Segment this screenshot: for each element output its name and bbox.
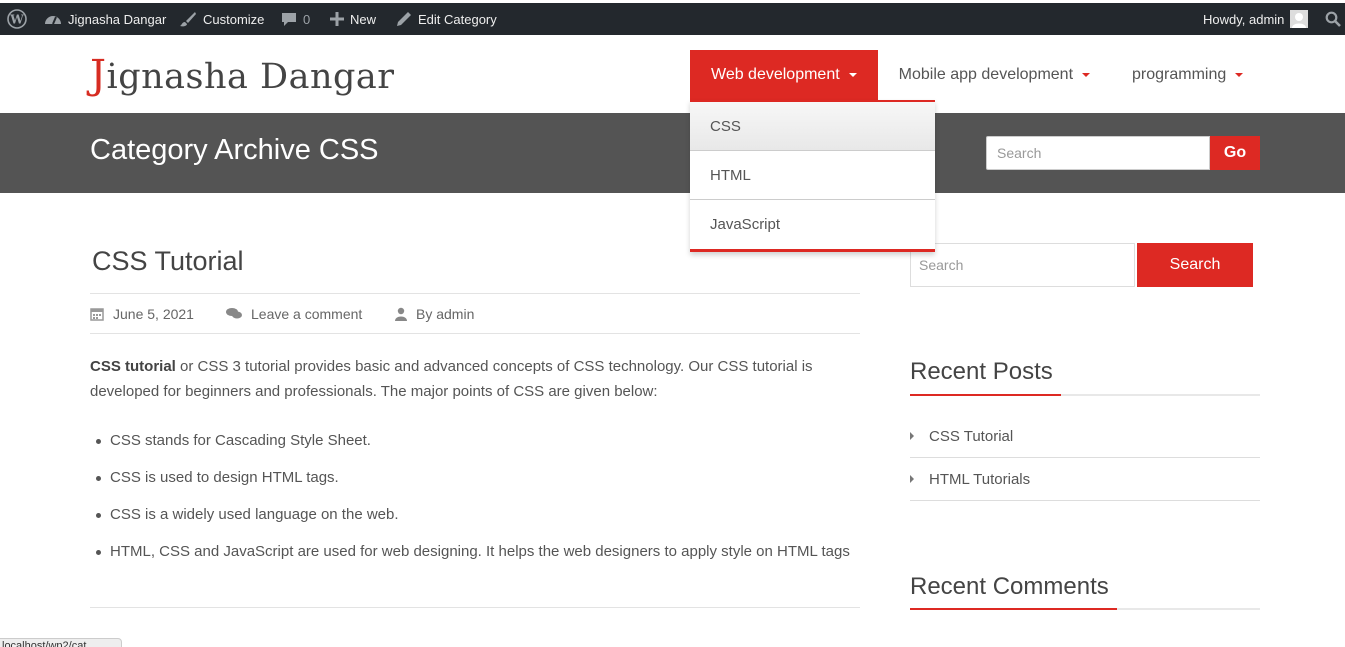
recent-post-item[interactable]: HTML Tutorials — [910, 458, 1260, 501]
header-search-input[interactable]: Search — [986, 136, 1210, 170]
dropdown-item-html[interactable]: HTML — [690, 151, 935, 200]
dropdown-item-javascript[interactable]: JavaScript — [690, 200, 935, 249]
nav-item-web-development[interactable]: Web development — [690, 50, 878, 100]
post-date[interactable]: June 5, 2021 — [90, 294, 194, 333]
recent-post-label: HTML Tutorials — [929, 470, 1031, 488]
comments-icon — [226, 307, 242, 318]
calendar-icon — [90, 307, 104, 321]
post-title[interactable]: CSS Tutorial — [92, 246, 244, 277]
web-development-dropdown: CSS HTML JavaScript — [690, 100, 935, 252]
user-icon — [395, 307, 407, 321]
widget-underline — [910, 608, 1260, 610]
post-comment-link[interactable]: Leave a comment — [226, 294, 362, 333]
site-title[interactable]: Jignasha Dangar — [90, 52, 395, 98]
post-intro-text: or CSS 3 tutorial provides basic and adv… — [90, 358, 813, 400]
nav-label: Mobile app development — [898, 66, 1074, 83]
post-meta: June 5, 2021 Leave a comment By admin — [90, 293, 860, 334]
recent-comments-title: Recent Comments — [910, 573, 1109, 600]
svg-text:W: W — [9, 13, 24, 27]
search-icon[interactable] — [1325, 3, 1341, 35]
page-title: Category Archive CSS — [90, 134, 379, 166]
wordpress-logo-icon[interactable]: W — [7, 3, 27, 35]
edit-category-label: Edit Category — [418, 11, 497, 27]
recent-posts-title: Recent Posts — [910, 358, 1053, 385]
admin-site-link[interactable]: Jignasha Dangar — [44, 3, 166, 35]
nav-label: Web development — [711, 66, 840, 83]
post-intro: CSS tutorial or CSS 3 tutorial provides … — [90, 354, 850, 404]
comments-link[interactable]: 0 — [281, 3, 310, 35]
dashboard-icon — [45, 16, 61, 25]
post-author-text: By admin — [416, 305, 475, 322]
archive-header-band: Category Archive CSS Search Go — [0, 113, 1345, 193]
post-author[interactable]: By admin — [395, 294, 474, 333]
caret-down-icon — [1235, 73, 1244, 77]
customize-label: Customize — [203, 11, 265, 27]
nav-label: programming — [1132, 66, 1227, 83]
admin-site-name: Jignasha Dangar — [68, 11, 167, 27]
sidebar-search-button[interactable]: Search — [1137, 243, 1253, 287]
post-intro-bold: CSS tutorial — [90, 358, 176, 375]
howdy-label: Howdy, admin — [1203, 11, 1285, 27]
caret-right-icon — [910, 475, 914, 483]
header-go-button[interactable]: Go — [1210, 136, 1260, 170]
status-bar-url: localhost/wp2/cat... — [0, 638, 122, 647]
customize-link[interactable]: Customize — [179, 3, 264, 35]
plus-icon — [330, 12, 344, 26]
post-bullet-list: CSS stands for Cascading Style Sheet. CS… — [96, 431, 850, 579]
recent-post-label: CSS Tutorial — [929, 427, 1014, 445]
new-label: New — [350, 11, 377, 27]
comments-count: 0 — [303, 11, 311, 27]
brush-icon — [180, 12, 196, 27]
sidebar-search-input[interactable]: Search — [910, 243, 1135, 287]
nav-item-mobile-app-development[interactable]: Mobile app development — [878, 50, 1111, 100]
list-item: HTML, CSS and JavaScript are used for we… — [96, 542, 850, 579]
widget-underline — [910, 394, 1260, 396]
main-nav: Web development Mobile app development p… — [690, 50, 1264, 100]
avatar — [1290, 10, 1309, 28]
account-menu[interactable]: Howdy, admin — [1203, 3, 1309, 35]
recent-post-item[interactable]: CSS Tutorial — [910, 415, 1260, 458]
list-item: CSS is used to design HTML tags. — [96, 468, 850, 505]
list-item: CSS is a widely used language on the web… — [96, 505, 850, 542]
pencil-icon — [397, 12, 411, 26]
site-title-initial: J — [90, 52, 107, 98]
post-comment-text: Leave a comment — [251, 305, 363, 322]
post-divider — [90, 607, 860, 608]
comment-bubble-icon — [282, 13, 296, 26]
caret-down-icon — [1082, 73, 1091, 77]
nav-item-programming[interactable]: programming — [1111, 50, 1264, 100]
new-content-link[interactable]: New — [330, 3, 376, 35]
list-item: CSS stands for Cascading Style Sheet. — [96, 431, 850, 468]
admin-bar: W Jignasha Dangar Customize 0 New Edit C… — [0, 0, 1345, 35]
caret-right-icon — [910, 432, 914, 440]
edit-category-link[interactable]: Edit Category — [396, 3, 497, 35]
dropdown-item-css[interactable]: CSS — [690, 102, 935, 151]
site-title-text: ignasha Dangar — [106, 57, 395, 97]
post-date-text: June 5, 2021 — [113, 305, 194, 322]
caret-down-icon — [848, 73, 857, 77]
